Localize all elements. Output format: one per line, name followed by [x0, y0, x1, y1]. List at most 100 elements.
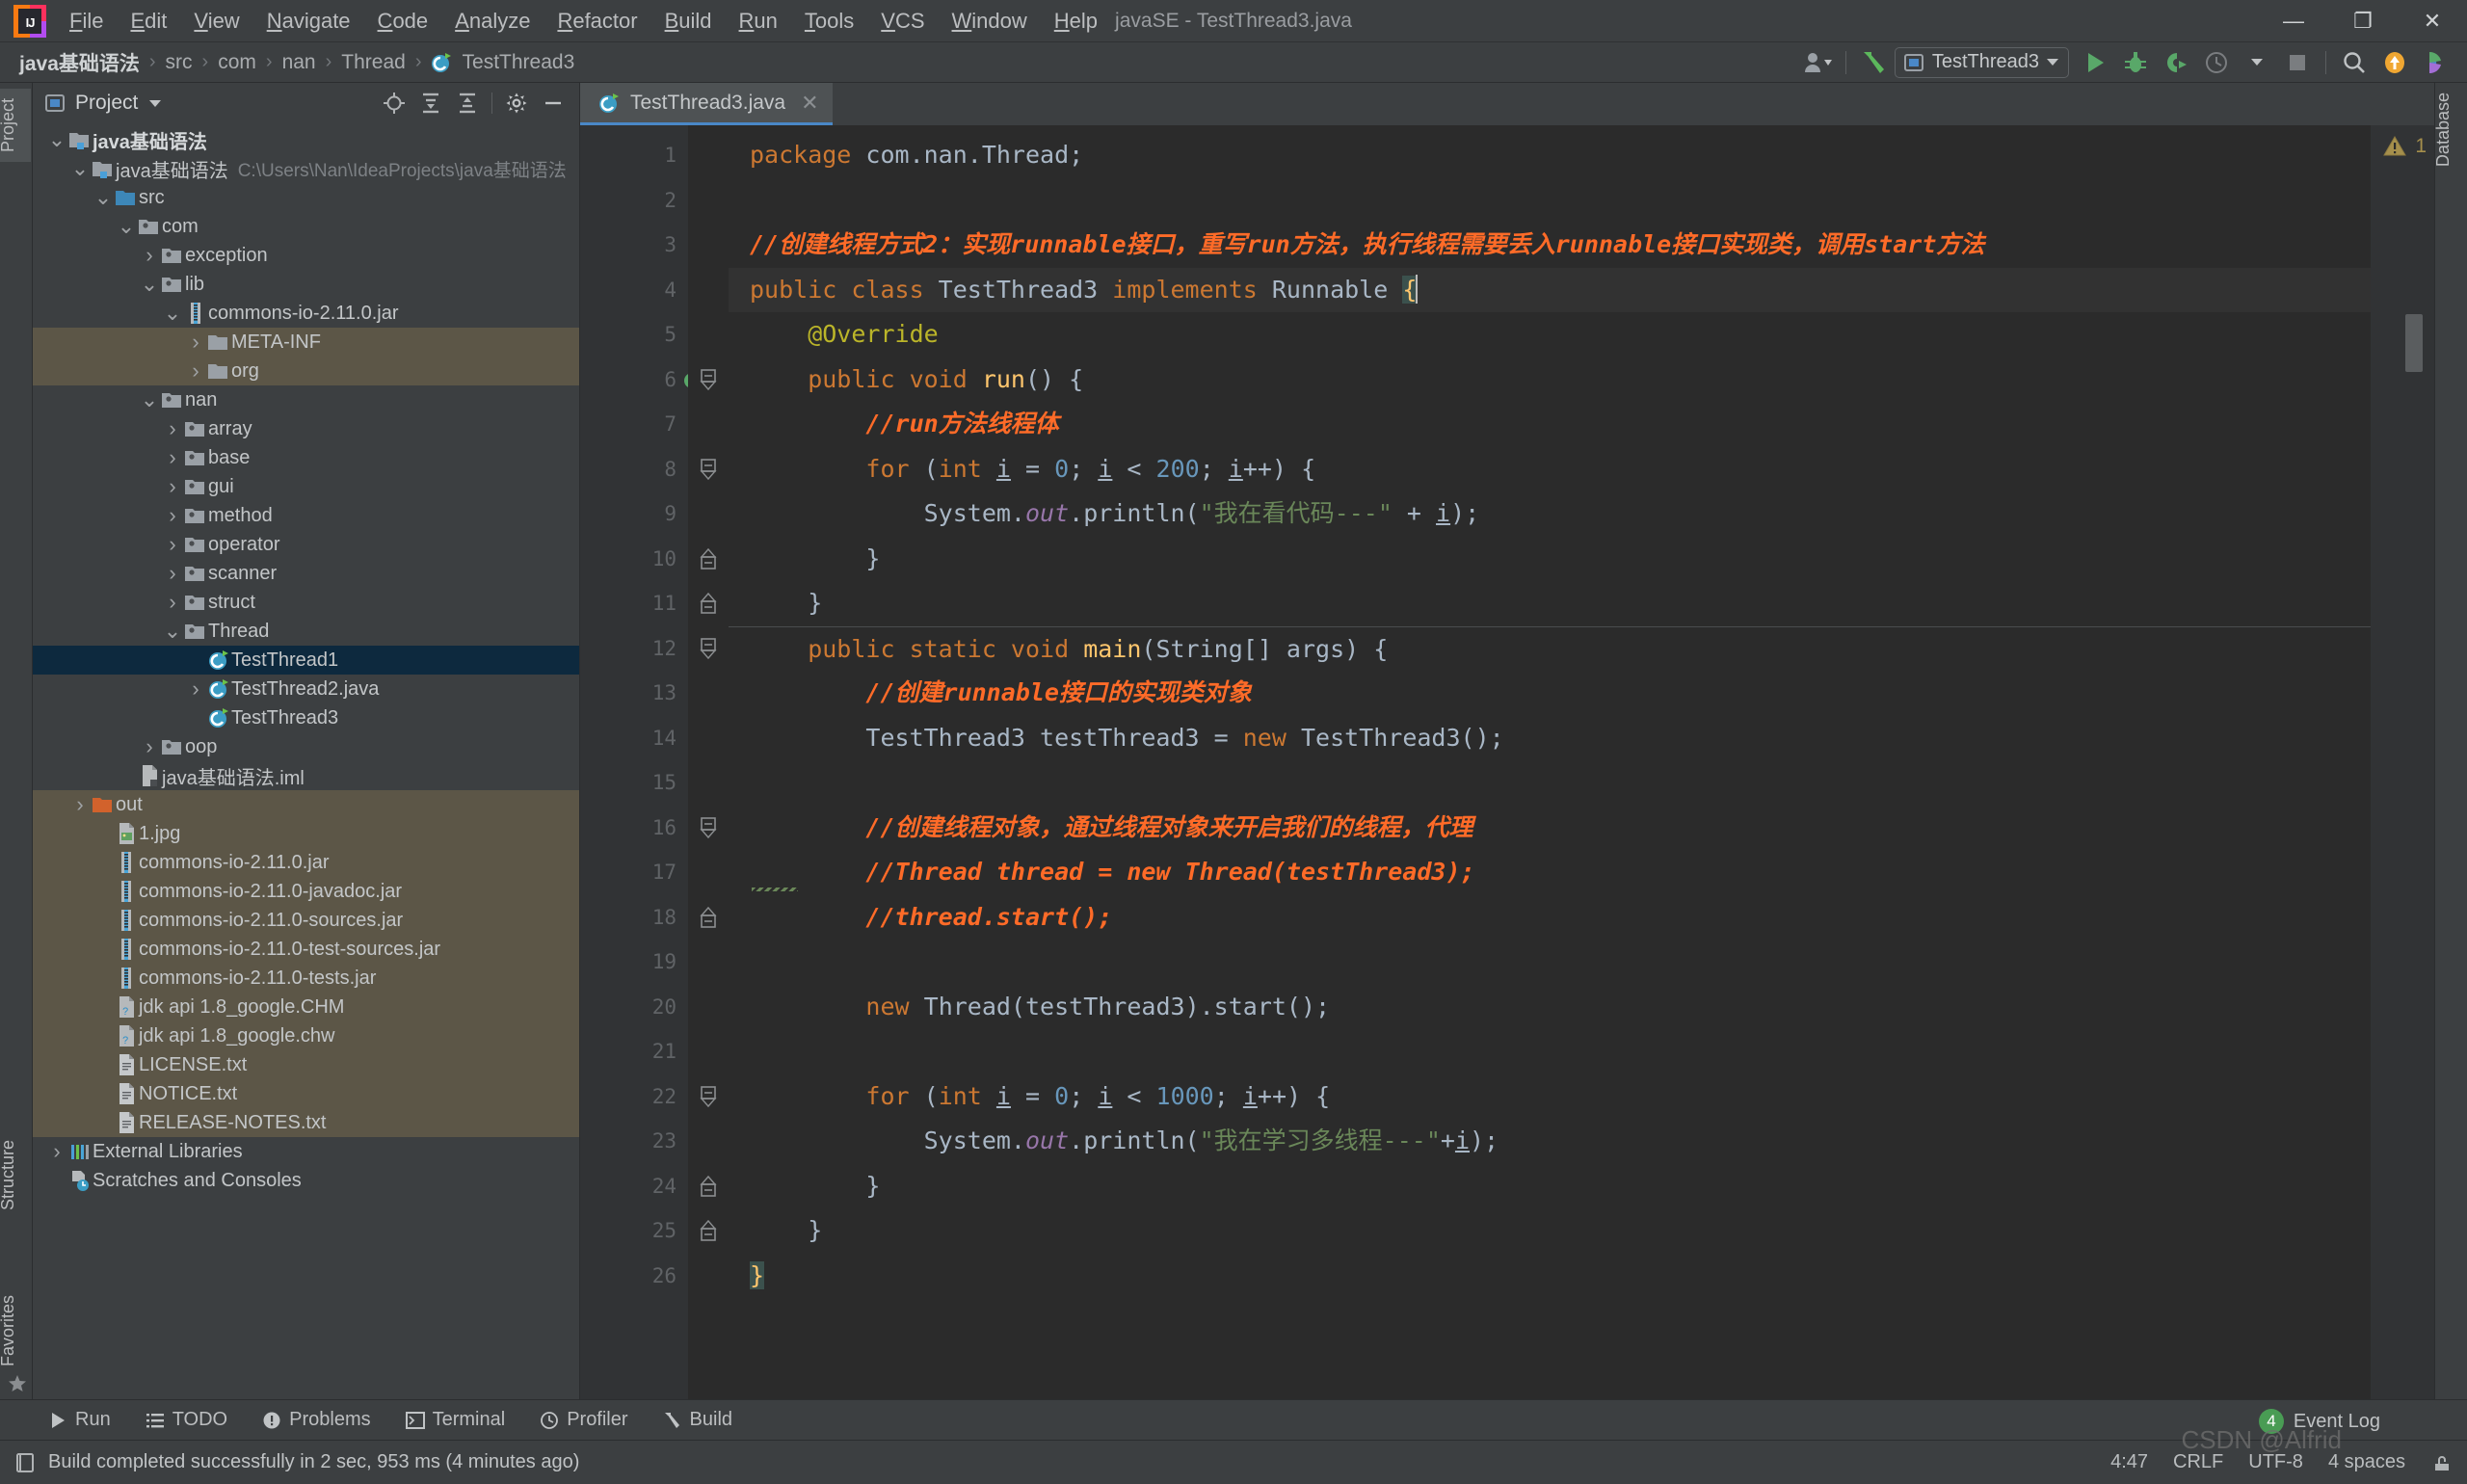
tool-window-profiler[interactable]: Profiler — [526, 1405, 641, 1435]
tree-node[interactable]: Scratches and Consoles — [33, 1166, 579, 1195]
maximize-button[interactable]: ❐ — [2328, 0, 2398, 42]
line-number[interactable]: 23 — [580, 1119, 688, 1164]
line-number[interactable]: 1 — [580, 133, 688, 178]
code-line[interactable]: package com.nan.Thread; — [729, 133, 2371, 178]
stop-icon[interactable] — [2277, 45, 2318, 80]
chevron-right-icon[interactable]: › — [162, 474, 183, 499]
chevron-down-icon[interactable]: ⌄ — [139, 274, 160, 295]
tree-node[interactable]: › struct — [33, 588, 579, 617]
expand-all-icon[interactable] — [414, 88, 447, 119]
tree-node[interactable]: commons-io-2.11.0-test-sources.jar — [33, 935, 579, 964]
code-line[interactable] — [729, 178, 2371, 224]
tree-node[interactable]: TestThread1 — [33, 646, 579, 675]
line-number[interactable]: 18 — [580, 895, 688, 941]
tree-node[interactable]: › External Libraries — [33, 1137, 579, 1166]
tree-node[interactable]: › scanner — [33, 559, 579, 588]
line-number[interactable]: 12 — [580, 626, 711, 672]
line-number[interactable]: 3 — [580, 223, 688, 268]
menu-item-refactor[interactable]: Refactor — [544, 3, 650, 40]
tree-node[interactable]: › exception — [33, 241, 579, 270]
tool-window-todo[interactable]: TODO — [132, 1405, 241, 1435]
code-content[interactable]: package com.nan.Thread; //创建线程方式2：实现runna… — [729, 125, 2371, 1399]
project-view-chevron-down-icon[interactable] — [149, 99, 162, 107]
chevron-right-icon[interactable]: › — [185, 676, 206, 702]
line-number[interactable]: 22 — [580, 1074, 688, 1120]
ide-helper-icon[interactable] — [2415, 45, 2455, 80]
code-line[interactable]: //创建线程对象，通过线程对象来开启我们的线程，代理 — [729, 806, 2371, 851]
breadcrumb-item-4[interactable]: Thread — [335, 51, 411, 74]
chevron-right-icon[interactable]: › — [185, 330, 206, 355]
code-line[interactable]: //创建runnable接口的实现类对象 — [729, 671, 2371, 716]
locate-icon[interactable] — [378, 88, 411, 119]
chevron-right-icon[interactable]: › — [185, 358, 206, 384]
settings-gear-icon[interactable] — [500, 88, 533, 119]
line-number[interactable]: 7 — [580, 402, 688, 447]
tree-node[interactable]: LICENSE.txt — [33, 1050, 579, 1079]
sidebar-item-database[interactable]: Database — [2433, 93, 2466, 167]
tree-node[interactable]: commons-io-2.11.0.jar — [33, 848, 579, 877]
tree-node[interactable]: commons-io-2.11.0-tests.jar — [33, 964, 579, 993]
chevron-right-icon[interactable]: › — [162, 445, 183, 470]
tree-node[interactable]: ? jdk api 1.8_google.CHM — [33, 993, 579, 1021]
code-line[interactable]: System.out.println("我在学习多线程---"+i); — [729, 1119, 2371, 1164]
tree-node[interactable]: java基础语法.iml — [33, 761, 579, 790]
chevron-down-icon[interactable]: ⌄ — [69, 158, 91, 179]
line-number[interactable]: 21 — [580, 1029, 688, 1074]
chevron-right-icon[interactable]: › — [162, 532, 183, 557]
tree-node[interactable]: ? jdk api 1.8_google.chw — [33, 1021, 579, 1050]
updates-icon[interactable] — [2374, 45, 2415, 80]
tab-close-icon[interactable]: ✕ — [801, 91, 818, 116]
tool-window-problems[interactable]: Problems — [249, 1405, 384, 1435]
menu-item-run[interactable]: Run — [726, 3, 791, 40]
chevron-right-icon[interactable]: › — [162, 503, 183, 528]
line-number[interactable]: 13 — [580, 671, 688, 716]
code-line[interactable]: public void run() { — [729, 358, 2371, 403]
indent-setting[interactable]: 4 spaces — [2328, 1451, 2405, 1473]
project-tree[interactable]: ⌄ java基础语法 ⌄ java基础语法 C:\Users\Nan\IdeaProje… — [33, 123, 579, 1399]
menu-item-analyze[interactable]: Analyze — [441, 3, 544, 40]
menu-item-edit[interactable]: Edit — [117, 3, 180, 40]
code-line[interactable]: } — [729, 1208, 2371, 1254]
code-line[interactable]: public static void main(String[] args) { — [729, 625, 2371, 672]
code-line[interactable]: new Thread(testThread3).start(); — [729, 985, 2371, 1030]
caret-position[interactable]: 4:47 — [2110, 1451, 2148, 1473]
tree-node[interactable]: › oop — [33, 732, 579, 761]
code-line[interactable]: @Override — [729, 312, 2371, 358]
chevron-right-icon[interactable]: › — [139, 243, 160, 268]
chevron-down-icon[interactable]: ⌄ — [162, 621, 183, 642]
editor-scrollbar-thumb[interactable] — [2405, 314, 2423, 372]
code-line[interactable]: public class TestThread3 implements Runn… — [729, 267, 2371, 312]
chevron-down-icon[interactable]: ⌄ — [116, 216, 137, 237]
tree-node[interactable]: ⌄ Thread — [33, 617, 579, 646]
fold-start-icon[interactable] — [688, 626, 729, 672]
menu-item-view[interactable]: View — [180, 3, 252, 40]
sidebar-item-structure[interactable]: Structure — [0, 1140, 31, 1210]
line-number[interactable]: 24 — [580, 1164, 688, 1209]
menu-item-build[interactable]: Build — [651, 3, 726, 40]
tree-node[interactable]: ⌄ nan — [33, 385, 579, 414]
user-profile-icon[interactable] — [1797, 45, 1838, 80]
tree-node[interactable]: › array — [33, 414, 579, 443]
line-number[interactable]: 16 — [580, 806, 688, 851]
chevron-right-icon[interactable]: › — [162, 416, 183, 441]
tree-node[interactable]: › org — [33, 357, 579, 385]
code-line[interactable]: //thread.start(); — [729, 895, 2371, 941]
editor-fold-column[interactable] — [688, 125, 729, 1399]
tree-node[interactable]: › base — [33, 443, 579, 472]
read-only-icon[interactable] — [2430, 1451, 2454, 1474]
code-line[interactable]: } — [729, 581, 2371, 626]
fold-end-icon[interactable] — [688, 1164, 729, 1209]
chevron-down-icon[interactable]: ⌄ — [93, 187, 114, 208]
tree-node[interactable]: NOTICE.txt — [33, 1079, 579, 1108]
line-number[interactable]: 20 — [580, 985, 688, 1030]
tree-node[interactable]: ⌄ commons-io-2.11.0.jar — [33, 299, 579, 328]
line-number[interactable]: 15 — [580, 760, 688, 806]
line-separator[interactable]: CRLF — [2173, 1451, 2223, 1473]
code-line[interactable]: for (int i = 0; i < 200; i++) { — [729, 447, 2371, 492]
tree-node[interactable]: ⌄ com — [33, 212, 579, 241]
profiler-dropdown-icon[interactable] — [2237, 45, 2277, 80]
menu-item-navigate[interactable]: Navigate — [253, 3, 364, 40]
event-log-button[interactable]: 4 Event Log — [2258, 1409, 2380, 1434]
hide-panel-icon[interactable] — [537, 88, 570, 119]
tree-node[interactable]: ⌄ java基础语法 C:\Users\Nan\IdeaProjects\java基… — [33, 154, 579, 183]
